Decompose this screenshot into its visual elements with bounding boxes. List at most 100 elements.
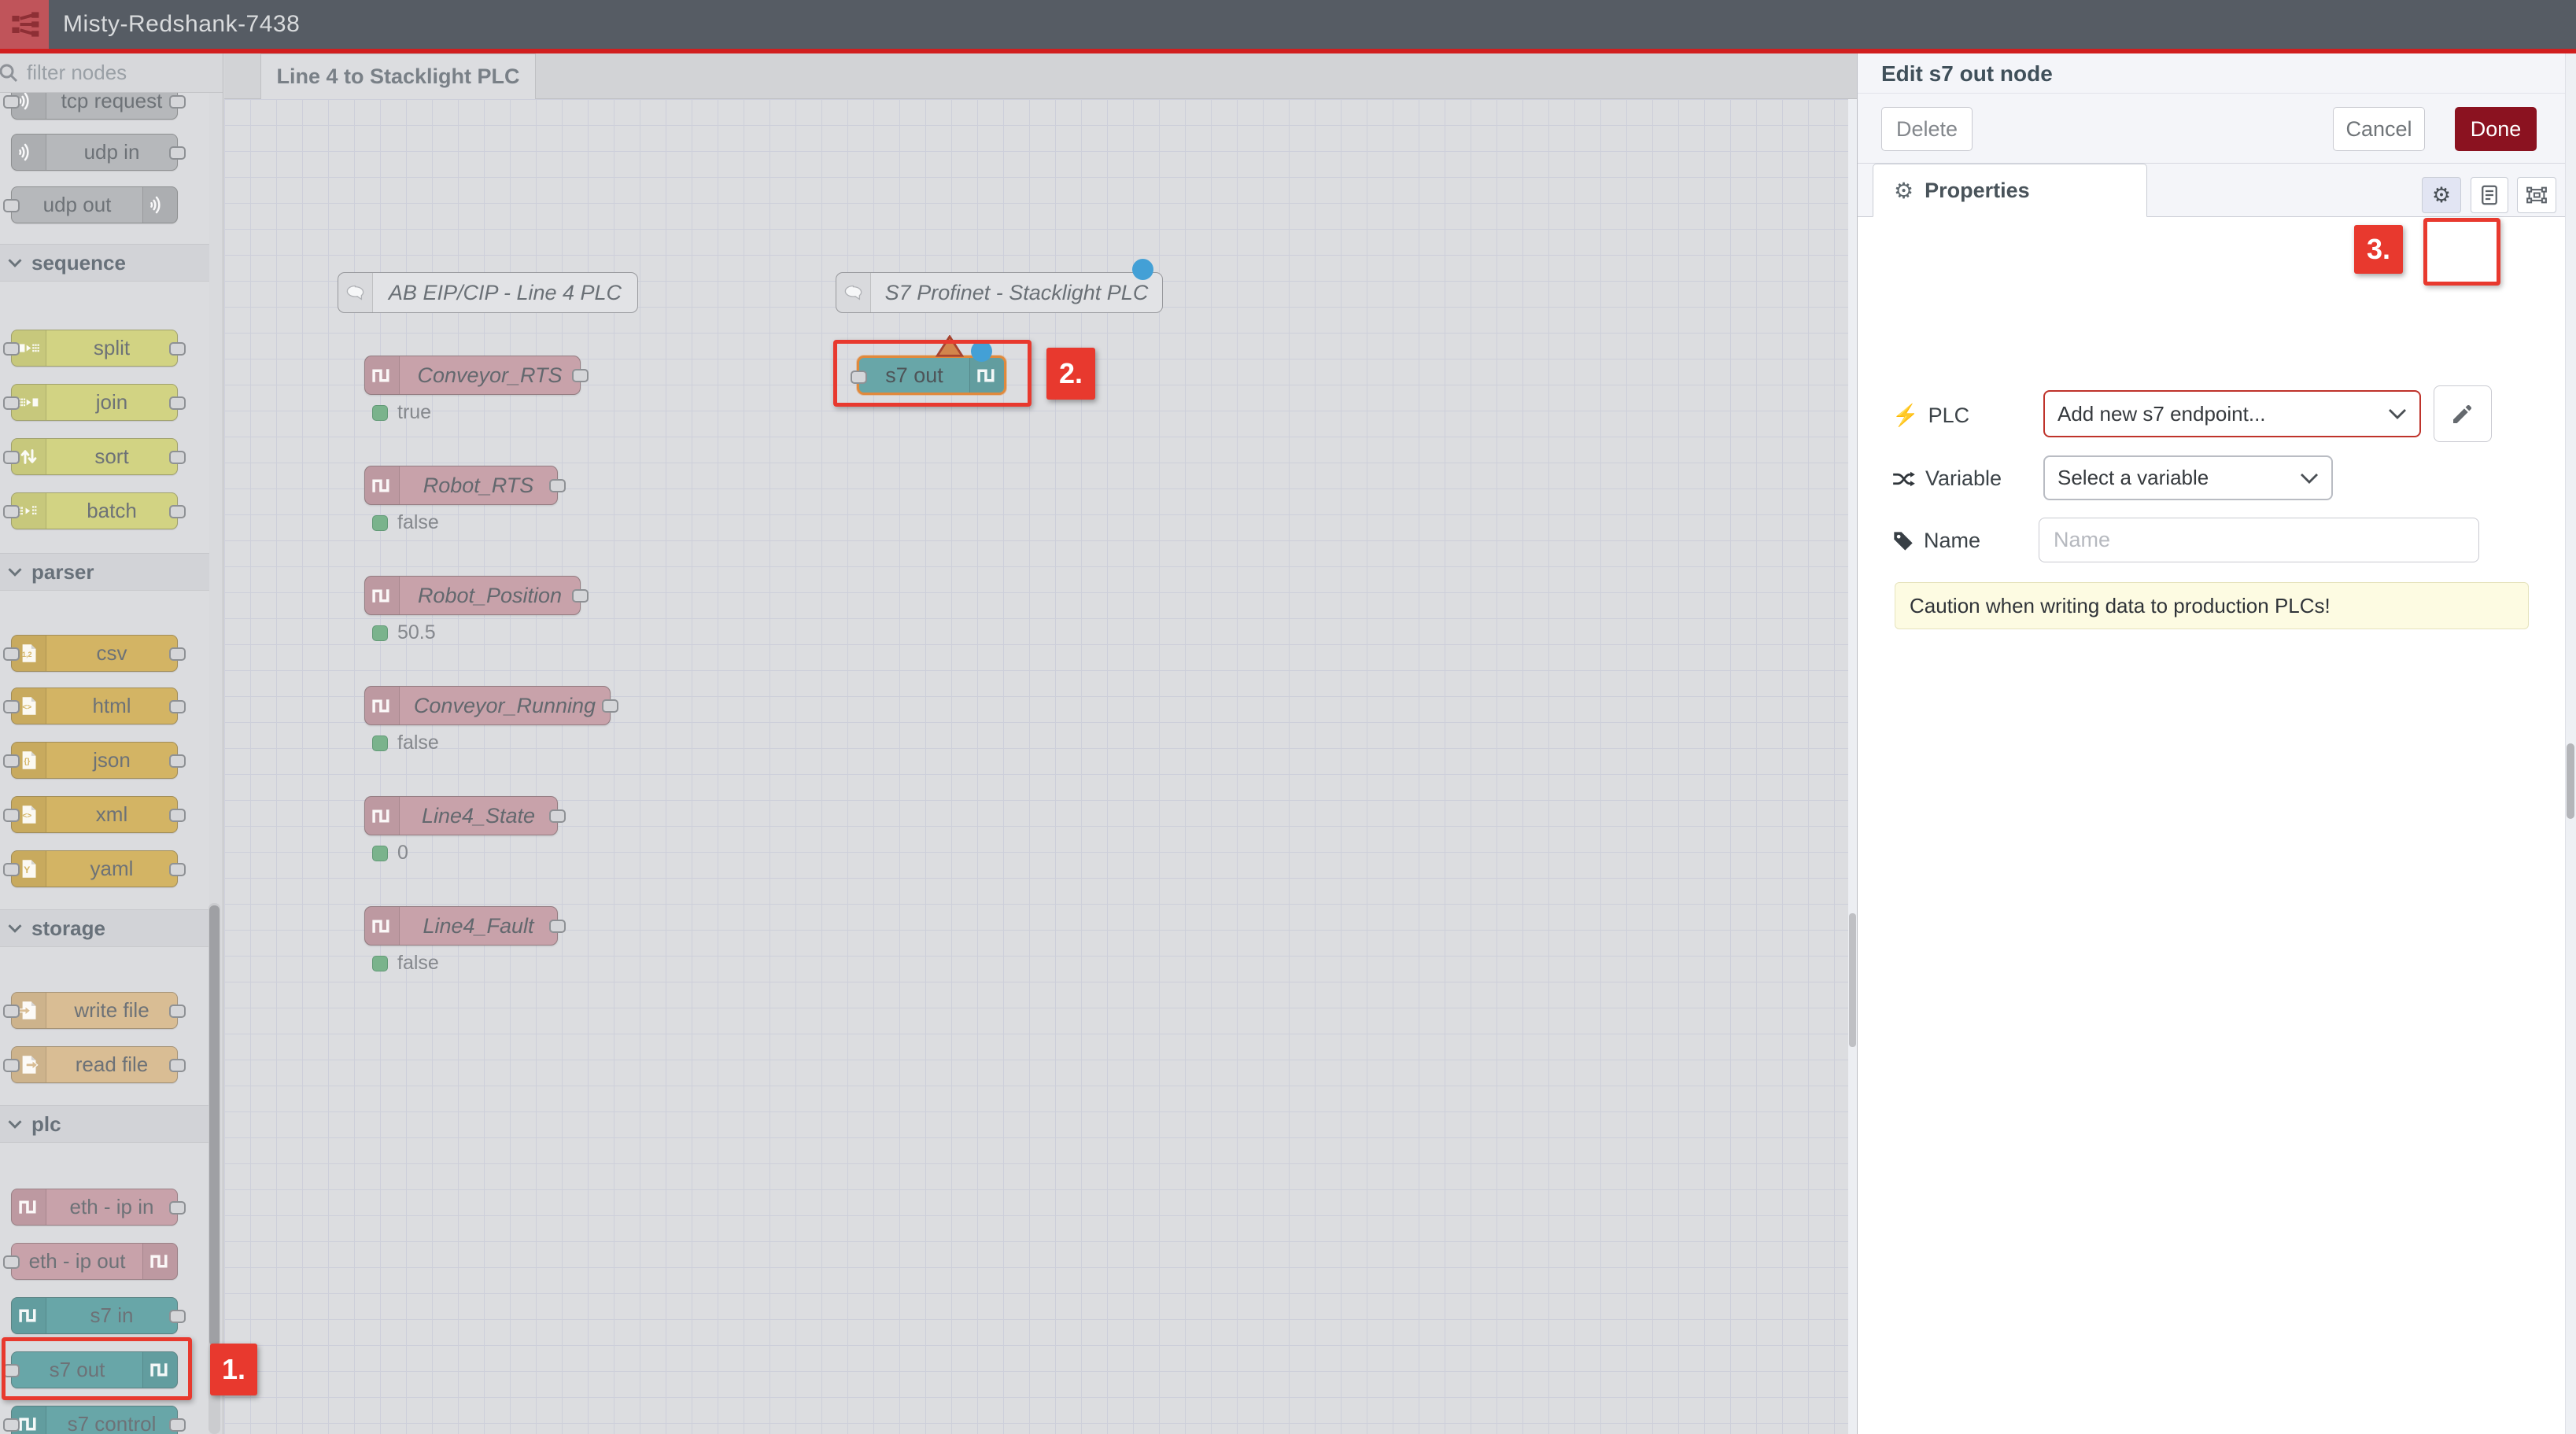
output-port[interactable] bbox=[169, 95, 186, 109]
palette-category-label: parser bbox=[31, 560, 94, 584]
output-port[interactable] bbox=[549, 479, 566, 492]
node-batch[interactable]: batch bbox=[11, 492, 178, 529]
input-port[interactable] bbox=[3, 1005, 20, 1018]
output-port[interactable] bbox=[169, 505, 186, 518]
output-port[interactable] bbox=[169, 700, 186, 713]
read-file-icon bbox=[18, 1054, 39, 1075]
output-port[interactable] bbox=[169, 754, 186, 768]
status-dot-icon bbox=[372, 956, 388, 971]
node-write-file[interactable]: write file bbox=[11, 992, 178, 1029]
input-port[interactable] bbox=[3, 700, 20, 713]
output-port[interactable] bbox=[169, 342, 186, 356]
node-json[interactable]: {}json bbox=[11, 742, 178, 779]
node-csv[interactable]: 1,2csv bbox=[11, 635, 178, 672]
node-label: udp out bbox=[12, 187, 142, 223]
node-label: csv bbox=[46, 636, 177, 671]
output-port[interactable] bbox=[549, 809, 566, 823]
node-sort[interactable]: sort bbox=[11, 438, 178, 475]
node-label: eth - ip out bbox=[12, 1244, 142, 1279]
output-port[interactable] bbox=[169, 809, 186, 822]
comment-node[interactable]: S7 Profinet - Stacklight PLC bbox=[836, 272, 1163, 313]
input-port[interactable] bbox=[3, 1255, 20, 1269]
canvas-vertical-scrollbar-thumb[interactable] bbox=[1849, 913, 1856, 1047]
output-port[interactable] bbox=[169, 1310, 186, 1323]
input-port[interactable] bbox=[3, 754, 20, 768]
input-port[interactable] bbox=[3, 95, 20, 109]
output-port[interactable] bbox=[169, 647, 186, 661]
comment-node[interactable]: AB EIP/CIP - Line 4 PLC bbox=[338, 272, 638, 313]
svg-text:<>: <> bbox=[22, 703, 31, 712]
node-join[interactable]: join bbox=[11, 384, 178, 421]
canvas-vertical-scrollbar[interactable] bbox=[1848, 99, 1857, 1434]
status-dot-icon bbox=[372, 735, 388, 751]
node-xml[interactable]: <>xml bbox=[11, 796, 178, 833]
output-port[interactable] bbox=[169, 451, 186, 464]
node-s7-control[interactable]: s7 control bbox=[11, 1406, 178, 1434]
palette-scrollbar-thumb[interactable] bbox=[209, 905, 220, 1346]
node-eth-ip-in[interactable]: eth - ip in bbox=[11, 1189, 178, 1226]
node-conveyor-rts[interactable]: Conveyor_RTS bbox=[364, 356, 581, 395]
properties-view-button[interactable]: ⚙ bbox=[2422, 177, 2461, 213]
comment-bubble-icon bbox=[345, 282, 366, 304]
window-scrollbar-thumb[interactable] bbox=[2567, 743, 2574, 819]
svg-text:Y: Y bbox=[24, 864, 31, 876]
filter-nodes-input[interactable] bbox=[27, 61, 184, 85]
node-split[interactable]: split bbox=[11, 330, 178, 367]
output-port[interactable] bbox=[169, 1059, 186, 1072]
done-button[interactable]: Done bbox=[2455, 107, 2537, 151]
cancel-button[interactable]: Cancel bbox=[2333, 107, 2425, 151]
delete-button[interactable]: Delete bbox=[1881, 107, 1973, 151]
node-udp-out[interactable]: udp out bbox=[11, 186, 178, 223]
node-yaml[interactable]: Yyaml bbox=[11, 850, 178, 887]
node-status: false bbox=[372, 732, 439, 754]
palette-category-sequence[interactable]: sequence bbox=[0, 244, 209, 282]
input-port[interactable] bbox=[3, 505, 20, 518]
input-port[interactable] bbox=[3, 199, 20, 212]
output-port[interactable] bbox=[572, 369, 589, 382]
flow-canvas[interactable]: AB EIP/CIP - Line 4 PLC S7 Profinet - Sta… bbox=[224, 99, 1857, 1434]
status-dot-icon bbox=[372, 515, 388, 531]
node-s7-in[interactable]: s7 in bbox=[11, 1297, 178, 1334]
output-port[interactable] bbox=[169, 396, 186, 410]
node-udp-in[interactable]: udp in bbox=[11, 134, 178, 171]
appearance-view-button[interactable] bbox=[2517, 177, 2556, 213]
output-port[interactable] bbox=[169, 1201, 186, 1215]
input-port[interactable] bbox=[3, 342, 20, 356]
input-port[interactable] bbox=[3, 396, 20, 410]
input-port[interactable] bbox=[3, 451, 20, 464]
input-port[interactable] bbox=[3, 809, 20, 822]
node-label: Robot_RTS bbox=[400, 466, 557, 504]
node-robot-position[interactable]: Robot_Position bbox=[364, 576, 581, 615]
palette-category-parser[interactable]: parser bbox=[0, 553, 209, 591]
output-port[interactable] bbox=[549, 920, 566, 933]
input-port[interactable] bbox=[3, 863, 20, 876]
output-port[interactable] bbox=[169, 1418, 186, 1432]
output-port[interactable] bbox=[169, 863, 186, 876]
variable-select[interactable]: Select a variable bbox=[2043, 455, 2333, 500]
node-html[interactable]: <>html bbox=[11, 688, 178, 724]
name-input[interactable] bbox=[2039, 518, 2479, 562]
palette-category-plc[interactable]: plc bbox=[0, 1105, 209, 1143]
input-port[interactable] bbox=[3, 1418, 20, 1432]
node-conveyor-running[interactable]: Conveyor_Running bbox=[364, 686, 611, 725]
output-port[interactable] bbox=[572, 589, 589, 603]
node-eth-ip-out[interactable]: eth - ip out bbox=[11, 1243, 178, 1280]
output-port[interactable] bbox=[602, 699, 618, 713]
palette-category-storage[interactable]: storage bbox=[0, 909, 209, 947]
tab-properties[interactable]: ⚙ Properties bbox=[1873, 164, 2147, 217]
node-label: Robot_Position bbox=[400, 577, 580, 614]
input-port[interactable] bbox=[3, 647, 20, 661]
node-read-file[interactable]: read file bbox=[11, 1046, 178, 1083]
plc-endpoint-select[interactable]: Add new s7 endpoint... bbox=[2043, 390, 2421, 437]
output-port[interactable] bbox=[169, 146, 186, 160]
node-robot-rts[interactable]: Robot_RTS bbox=[364, 466, 558, 505]
node-line4-fault[interactable]: Line4_Fault bbox=[364, 906, 558, 946]
input-port[interactable] bbox=[3, 1059, 20, 1072]
chevron-down-icon bbox=[8, 1119, 22, 1129]
tab-line4-to-stacklight-plc[interactable]: Line 4 to Stacklight PLC bbox=[260, 53, 536, 99]
output-port[interactable] bbox=[169, 1005, 186, 1018]
edit-endpoint-button[interactable] bbox=[2434, 385, 2492, 442]
node-line4-state[interactable]: Line4_State bbox=[364, 796, 558, 835]
caution-message: Caution when writing data to production … bbox=[1895, 582, 2529, 629]
description-view-button[interactable] bbox=[2471, 177, 2508, 213]
